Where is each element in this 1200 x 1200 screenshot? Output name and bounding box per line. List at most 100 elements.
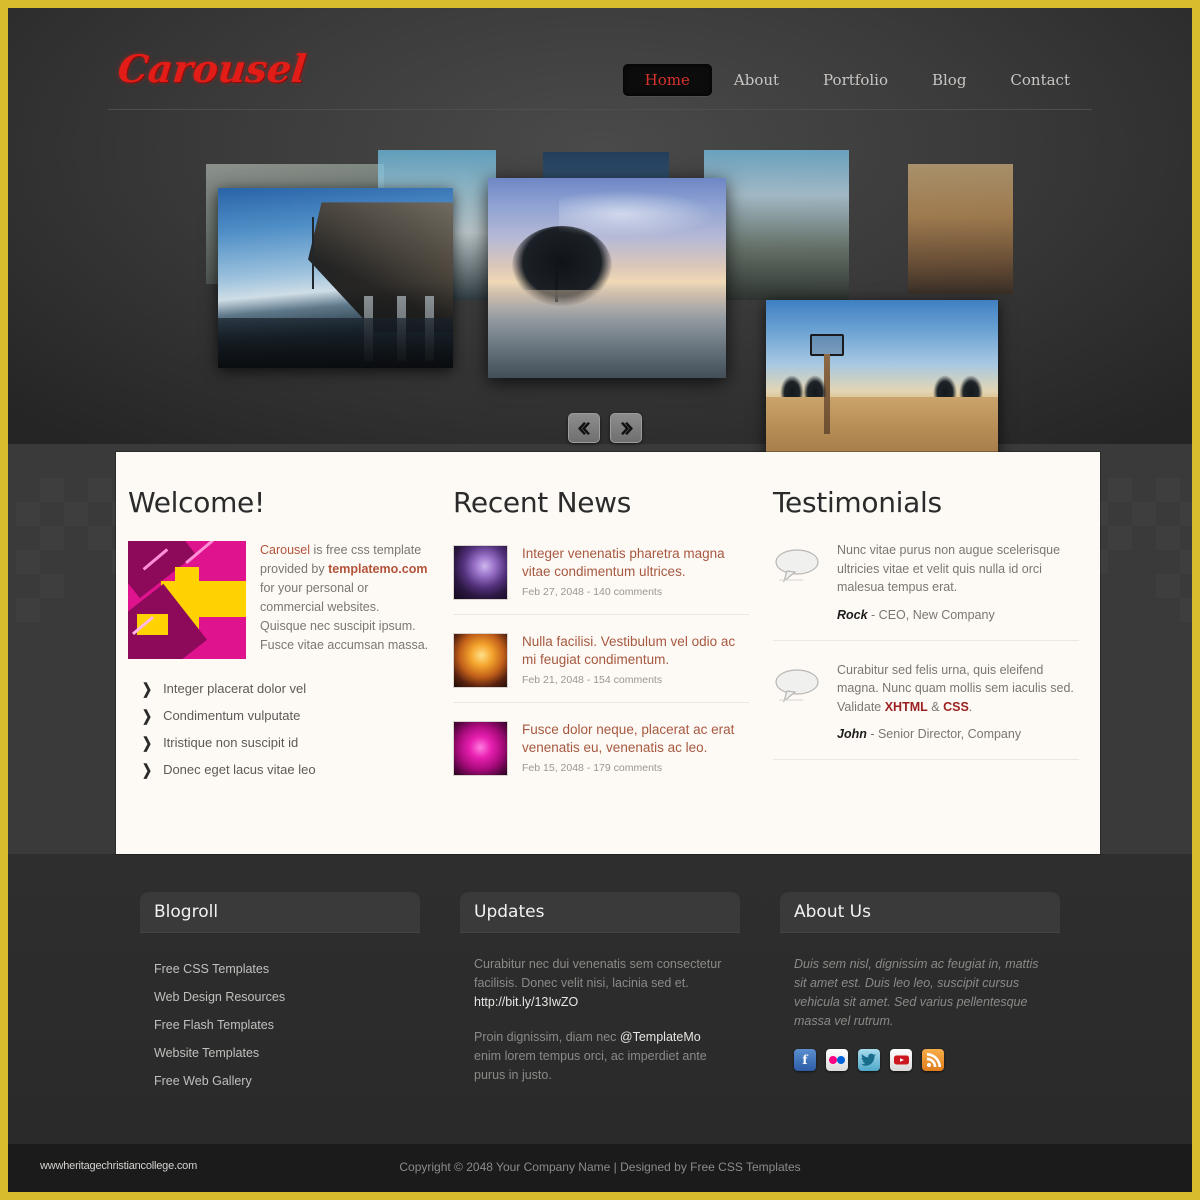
carousel-slide-pier[interactable] — [218, 188, 453, 368]
news-item-meta: Feb 21, 2048 - 154 comments — [522, 674, 663, 686]
update-1-text: Curabitur nec dui venenatis sem consecte… — [474, 957, 722, 990]
carousel-slide-background-5[interactable] — [908, 164, 1013, 294]
checker-cell — [1132, 502, 1156, 526]
footer-about: About Us Duis sem nisl, dignissim ac feu… — [780, 892, 1070, 1071]
checker-cell — [1108, 478, 1132, 502]
footer-tab-updates: Updates — [460, 892, 740, 932]
news-item[interactable]: Integer venenatis pharetra magna vitae c… — [453, 541, 749, 615]
welcome-brand: Carousel — [260, 543, 311, 557]
list-item[interactable]: ❯ Integer placerat dolor vel — [128, 675, 429, 702]
blogroll-link-list: Free CSS Templates Web Design Resources … — [154, 955, 406, 1095]
blogroll-link[interactable]: Free Web Gallery — [154, 1074, 252, 1088]
chevron-right-icon: ❯ — [142, 760, 153, 779]
footer-tab-blogroll: Blogroll — [140, 892, 420, 932]
checker-cell — [16, 502, 40, 526]
welcome-bullet-list: ❯ Integer placerat dolor vel ❯ Condimentum… — [128, 675, 429, 783]
nav-item-portfolio[interactable]: Portfolio — [801, 64, 910, 96]
news-thumbnail — [453, 633, 508, 688]
css-label[interactable]: CSS — [943, 700, 969, 714]
facebook-icon[interactable]: f — [794, 1049, 816, 1071]
main-navigation: Home About Portfolio Blog Contact — [622, 64, 1092, 96]
update-2-pre: Proin dignissim, diam nec — [474, 1030, 620, 1044]
recent-news-column: Recent News Integer venenatis pharetra m… — [441, 486, 761, 804]
testimonial-author-role: - CEO, New Company — [867, 607, 995, 622]
chevron-right-icon — [620, 421, 633, 435]
checker-cell — [1180, 550, 1192, 574]
list-item: Website Templates — [154, 1039, 406, 1067]
news-item[interactable]: Nulla facilisi. Vestibulum vel odio ac m… — [453, 629, 749, 703]
list-item: Web Design Resources — [154, 983, 406, 1011]
footer-blogroll-title: Blogroll — [154, 902, 219, 922]
testimonials-title: Testimonials — [773, 486, 942, 519]
checker-cell — [1180, 502, 1192, 526]
flickr-icon[interactable] — [826, 1049, 848, 1071]
news-item-meta: Feb 15, 2048 - 179 comments — [522, 762, 663, 774]
image-carousel[interactable] — [8, 128, 1192, 468]
bullet-label: Donec eget lacus vitae leo — [163, 762, 316, 777]
news-title: Recent News — [453, 486, 632, 519]
list-item: Free CSS Templates — [154, 955, 406, 983]
list-item[interactable]: ❯ Itristique non suscipit id — [128, 729, 429, 756]
carousel-prev-button[interactable] — [568, 413, 600, 443]
youtube-icon[interactable] — [890, 1049, 912, 1071]
carousel-next-button[interactable] — [610, 413, 642, 443]
blogroll-link[interactable]: Free CSS Templates — [154, 962, 269, 976]
testimonial-author-role: - Senior Director, Company — [866, 727, 1022, 741]
news-item-title[interactable]: Integer venenatis pharetra magna vitae c… — [522, 545, 749, 581]
chevron-right-icon: ❯ — [142, 679, 153, 698]
welcome-link-templatemo[interactable]: templatemo.com — [328, 562, 427, 576]
twitter-icon[interactable] — [858, 1049, 880, 1071]
list-item: Free Flash Templates — [154, 1011, 406, 1039]
site-footer: Blogroll Free CSS Templates Web Design R… — [8, 854, 1192, 1144]
list-item: Free Web Gallery — [154, 1067, 406, 1095]
update-2-post: enim lorem tempus orci, ac imperdiet ant… — [474, 1049, 707, 1082]
blogroll-link[interactable]: Free Flash Templates — [154, 1018, 274, 1032]
site-logo[interactable]: Carousel — [116, 46, 309, 91]
welcome-image — [128, 541, 246, 659]
checker-cell — [88, 526, 112, 550]
bullet-label: Condimentum vulputate — [163, 708, 301, 723]
checker-cell — [64, 502, 88, 526]
social-links: f — [794, 1049, 1046, 1071]
checker-decoration-left — [16, 478, 136, 622]
nav-item-blog[interactable]: Blog — [910, 64, 988, 96]
nav-item-home[interactable]: Home — [622, 64, 712, 96]
bullet-label: Itristique non suscipit id — [163, 735, 299, 750]
checker-cell — [16, 550, 40, 574]
footer-updates: Updates Curabitur nec dui venenatis sem … — [460, 892, 750, 1101]
update-entry-1: Curabitur nec dui venenatis sem consecte… — [474, 955, 726, 1012]
testimonial-item: Nunc vitae purus non augue scelerisque u… — [773, 541, 1079, 641]
speech-bubble-icon — [773, 541, 823, 622]
chevron-left-icon — [577, 421, 590, 435]
checker-cell — [16, 598, 40, 622]
testimonial-author: John - Senior Director, Company — [837, 727, 1079, 741]
nav-item-contact[interactable]: Contact — [988, 64, 1092, 96]
testimonials-column: Testimonials Nunc vitae purus non augue … — [761, 486, 1091, 804]
news-item-meta: Feb 27, 2048 - 140 comments — [522, 586, 663, 598]
welcome-column: Welcome! Carousel is free css template p… — [116, 486, 441, 804]
news-thumbnail — [453, 721, 508, 776]
carousel-slide-basketball[interactable] — [766, 300, 998, 468]
update-2-handle[interactable]: @TemplateMo — [620, 1030, 701, 1044]
news-item-title[interactable]: Fusce dolor neque, placerat ac erat vene… — [522, 721, 749, 757]
blogroll-link[interactable]: Website Templates — [154, 1046, 259, 1060]
list-item[interactable]: ❯ Donec eget lacus vitae leo — [128, 756, 429, 783]
quote-post: . — [968, 699, 973, 714]
testimonial-author: Rock - CEO, New Company — [837, 608, 1079, 622]
testimonial-item: Curabitur sed felis urna, quis eleifend … — [773, 661, 1079, 760]
carousel-controls — [568, 413, 642, 443]
testimonial-quote: Curabitur sed felis urna, quis eleifend … — [837, 661, 1079, 717]
news-item[interactable]: Fusce dolor neque, placerat ac erat vene… — [453, 717, 749, 790]
news-item-title[interactable]: Nulla facilisi. Vestibulum vel odio ac m… — [522, 633, 749, 669]
update-1-link[interactable]: http://bit.ly/13IwZO — [474, 995, 578, 1009]
footer-tab-about: About Us — [780, 892, 1060, 932]
checker-cell — [1108, 526, 1132, 550]
site-header: Carousel Home About Portfolio Blog Conta… — [108, 30, 1092, 110]
blogroll-link[interactable]: Web Design Resources — [154, 990, 285, 1004]
nav-item-about[interactable]: About — [712, 64, 801, 96]
carousel-slide-tree[interactable] — [488, 178, 726, 378]
about-us-text: Duis sem nisl, dignissim ac feugiat in, … — [794, 957, 1039, 1028]
rss-icon[interactable] — [922, 1049, 944, 1071]
list-item[interactable]: ❯ Condimentum vulputate — [128, 702, 429, 729]
xhtml-label[interactable]: XHTML — [885, 700, 928, 714]
